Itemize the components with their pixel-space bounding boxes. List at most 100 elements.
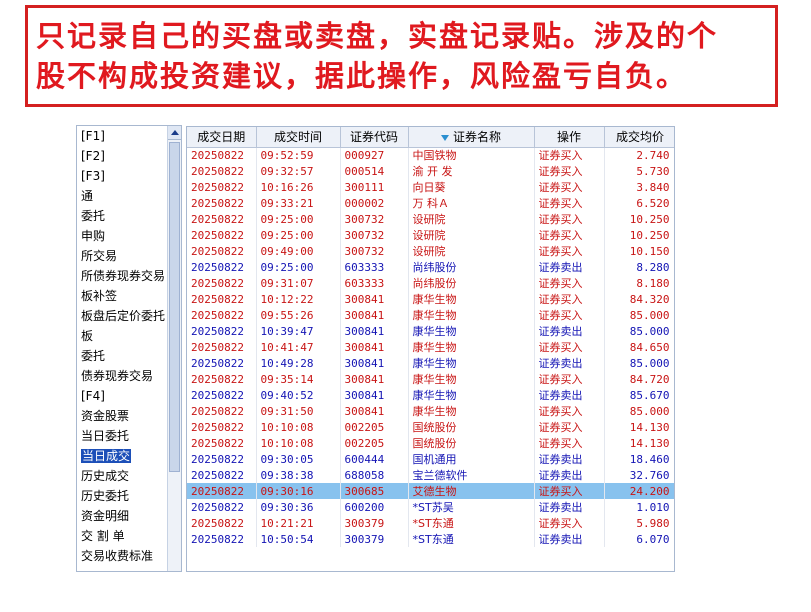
operation-cell: 证券买入: [534, 419, 605, 435]
table-row[interactable]: 20250822 10:10:08 002205 国统股份 证券买入 14.130: [187, 419, 674, 435]
sidebar-scroll-thumb[interactable]: [169, 142, 180, 472]
table-row[interactable]: 20250822 10:39:47 300841 康华生物 证券卖出 85.000: [187, 323, 674, 339]
table-row[interactable]: 20250822 09:55:26 300841 康华生物 证券买入 85.000: [187, 307, 674, 323]
table-row[interactable]: 20250822 09:31:07 603333 尚纬股份 证券买入 8.180: [187, 275, 674, 291]
sidebar-item[interactable]: 板: [77, 326, 168, 346]
trade-date-cell: 20250822: [187, 163, 257, 179]
avg-price-cell: 84.720: [604, 371, 674, 387]
table-row[interactable]: 20250822 09:25:00 300732 设研院 证券买入 10.250: [187, 227, 674, 243]
sidebar-item[interactable]: 通: [77, 186, 168, 206]
trade-time-cell: 09:30:16: [256, 483, 341, 499]
table-row[interactable]: 20250822 10:21:21 300379 *ST东通 证券买入 5.980: [187, 515, 674, 531]
operation-cell: 证券卖出: [534, 387, 605, 403]
sidebar-item[interactable]: 历史成交: [77, 466, 168, 486]
sidebar-item[interactable]: 板补签: [77, 286, 168, 306]
operation-cell: 证券买入: [534, 195, 605, 211]
security-name-cell: *ST东通: [408, 515, 535, 531]
trade-date-cell: 20250822: [187, 451, 257, 467]
security-code-cell: 300841: [340, 387, 409, 403]
operation-cell: 证券买入: [534, 291, 605, 307]
table-body: 20250822 09:52:59 000927 中国铁物 证券买入 2.740 20250…: [187, 147, 674, 547]
trade-date-cell: 20250822: [187, 403, 257, 419]
table-row[interactable]: 20250822 09:30:36 600200 *ST苏吴 证券卖出 1.010: [187, 499, 674, 515]
table-row[interactable]: 20250822 10:16:26 300111 向日葵 证券买入 3.840: [187, 179, 674, 195]
security-code-cell: 300841: [340, 339, 409, 355]
table-row[interactable]: 20250822 09:30:16 300685 艾德生物 证券买入 24.200: [187, 483, 674, 499]
sidebar-item-label: 交易收费标准: [81, 549, 154, 563]
trade-time-cell: 09:30:36: [256, 499, 341, 515]
table-row[interactable]: 20250822 09:30:05 600444 国机通用 证券卖出 18.460: [187, 451, 674, 467]
col-header-security-name[interactable]: 证券名称: [408, 127, 535, 148]
table-row[interactable]: 20250822 09:25:00 603333 尚纬股份 证券卖出 8.280: [187, 259, 674, 275]
trade-date-cell: 20250822: [187, 243, 257, 259]
trade-time-cell: 10:41:47: [256, 339, 341, 355]
trade-time-cell: 10:50:54: [256, 531, 341, 547]
table-row[interactable]: 20250822 10:10:08 002205 国统股份 证券买入 14.130: [187, 435, 674, 451]
sidebar-item[interactable]: 委托: [77, 206, 168, 226]
table-row[interactable]: 20250822 09:38:38 688058 宝兰德软件 证券卖出 32.760: [187, 467, 674, 483]
avg-price-cell: 6.070: [604, 531, 674, 547]
security-code-cell: 300685: [340, 483, 409, 499]
col-header-security-code[interactable]: 证券代码: [340, 127, 409, 148]
sidebar-item[interactable]: 交 割 单: [77, 526, 168, 546]
sidebar-item[interactable]: 申购: [77, 226, 168, 246]
sidebar-item[interactable]: 当日成交: [77, 446, 168, 466]
table-row[interactable]: 20250822 10:49:28 300841 康华生物 证券卖出 85.000: [187, 355, 674, 371]
security-code-cell: 300111: [340, 179, 409, 195]
trade-date-cell: 20250822: [187, 259, 257, 275]
security-name-cell: 万 科Ａ: [408, 195, 535, 211]
sidebar-item[interactable]: [F4]: [77, 386, 168, 406]
sidebar-item[interactable]: [F2]: [77, 146, 168, 166]
sidebar-item[interactable]: 债券现券交易: [77, 366, 168, 386]
sidebar-item[interactable]: 委托: [77, 346, 168, 366]
sidebar-item[interactable]: 板盘后定价委托: [77, 306, 168, 326]
table-row[interactable]: 20250822 09:40:52 300841 康华生物 证券卖出 85.670: [187, 387, 674, 403]
sidebar-item-label: 申购: [81, 229, 106, 243]
sidebar-item-label: 资金股票: [81, 409, 130, 423]
table-row[interactable]: 20250822 10:50:54 300379 *ST东通 证券卖出 6.070: [187, 531, 674, 547]
avg-price-cell: 10.150: [604, 243, 674, 259]
operation-cell: 证券买入: [534, 339, 605, 355]
table-row[interactable]: 20250822 09:35:14 300841 康华生物 证券买入 84.720: [187, 371, 674, 387]
table-row[interactable]: 20250822 09:31:50 300841 康华生物 证券买入 85.000: [187, 403, 674, 419]
avg-price-cell: 85.000: [604, 323, 674, 339]
trade-time-cell: 10:39:47: [256, 323, 341, 339]
table-row[interactable]: 20250822 09:32:57 000514 渝 开 发证券买入 5.730: [187, 163, 674, 179]
sidebar-item[interactable]: 资金股票: [77, 406, 168, 426]
security-code-cell: 300841: [340, 307, 409, 323]
sidebar-item[interactable]: 所交易: [77, 246, 168, 266]
trade-time-cell: 09:25:00: [256, 259, 341, 275]
operation-cell: 证券买入: [534, 403, 605, 419]
table-row[interactable]: 20250822 09:33:21 000002 万 科Ａ 证券买入 6.520: [187, 195, 674, 211]
table-row[interactable]: 20250822 09:49:00 300732 设研院 证券买入 10.150: [187, 243, 674, 259]
sidebar-item[interactable]: [F3]: [77, 166, 168, 186]
col-header-operation[interactable]: 操作: [534, 127, 605, 148]
sidebar-item[interactable]: 所债券现券交易: [77, 266, 168, 286]
trade-date-cell: 20250822: [187, 275, 257, 291]
trade-date-cell: 20250822: [187, 323, 257, 339]
avg-price-cell: 14.130: [604, 419, 674, 435]
operation-cell: 证券买入: [534, 147, 605, 163]
table-row[interactable]: 20250822 09:52:59 000927 中国铁物 证券买入 2.740: [187, 147, 674, 163]
table-row[interactable]: 20250822 09:25:00 300732 设研院 证券买入 10.250: [187, 211, 674, 227]
trade-time-cell: 09:31:50: [256, 403, 341, 419]
trade-records-table: 成交日期 成交时间 证券代码 证券名称 操作 成交均价 20250822 09:5…: [186, 126, 675, 572]
table-header-row: 成交日期 成交时间 证券代码 证券名称 操作 成交均价: [187, 127, 674, 148]
operation-cell: 证券卖出: [534, 531, 605, 547]
sidebar-item-label: 委托: [81, 209, 106, 223]
col-header-trade-date[interactable]: 成交日期: [187, 127, 257, 148]
scroll-up-arrow-icon[interactable]: [168, 126, 181, 140]
col-header-avg-price[interactable]: 成交均价: [604, 127, 674, 148]
sidebar-item[interactable]: 当日委托: [77, 426, 168, 446]
table-row[interactable]: 20250822 10:12:22 300841 康华生物 证券买入 84.320: [187, 291, 674, 307]
sidebar-item[interactable]: 历史委托: [77, 486, 168, 506]
security-name-cell: 康华生物: [408, 323, 535, 339]
disclaimer-line-1: 只记录自己的买盘或卖盘，实盘记录贴。涉及的个: [36, 19, 719, 53]
security-code-cell: 300841: [340, 291, 409, 307]
sidebar-item[interactable]: 交易收费标准: [77, 546, 168, 566]
sidebar-scrollbar[interactable]: [167, 126, 181, 571]
sidebar-item[interactable]: [F1]: [77, 126, 168, 146]
sidebar-item[interactable]: 资金明细: [77, 506, 168, 526]
table-row[interactable]: 20250822 10:41:47 300841 康华生物 证券买入 84.650: [187, 339, 674, 355]
col-header-trade-time[interactable]: 成交时间: [256, 127, 341, 148]
